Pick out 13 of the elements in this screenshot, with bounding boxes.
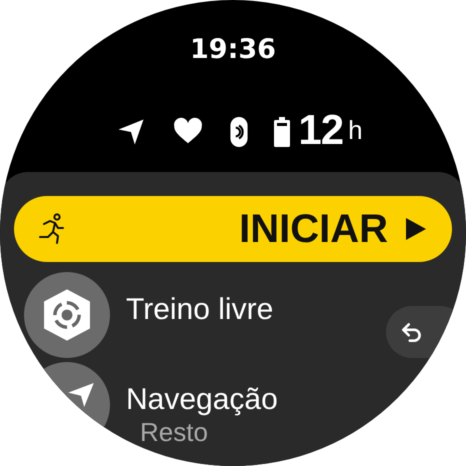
menu-item[interactable]: Treino livre bbox=[126, 292, 274, 328]
runner-icon bbox=[36, 213, 66, 245]
menu-item[interactable]: Navegação bbox=[126, 382, 278, 418]
battery-icon bbox=[274, 117, 290, 147]
battery-unit: h bbox=[348, 117, 363, 143]
start-button[interactable]: INICIAR bbox=[14, 196, 452, 262]
clock-time: 19:36 bbox=[190, 33, 276, 67]
sensor-icon bbox=[230, 117, 248, 147]
play-icon bbox=[406, 218, 426, 240]
menu-item-subtitle: Resto bbox=[140, 418, 209, 446]
battery-hours: 12 bbox=[298, 109, 344, 151]
navigation-arrow-icon bbox=[116, 117, 146, 147]
navigation-arrow-icon bbox=[68, 383, 94, 407]
